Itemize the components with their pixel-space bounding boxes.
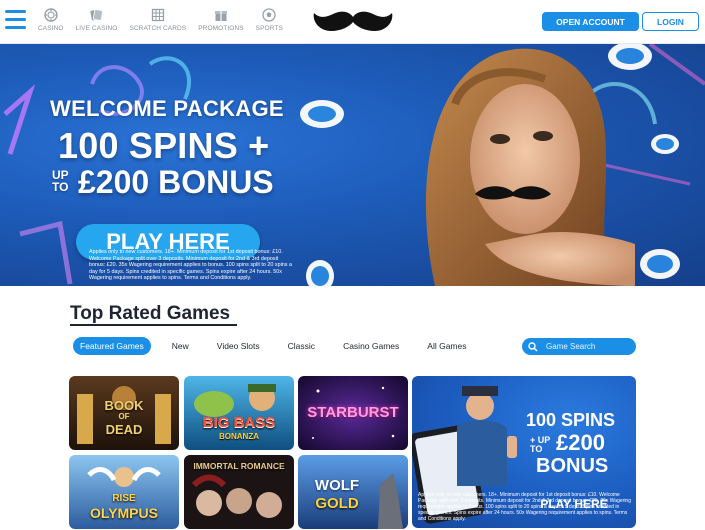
main-nav: CASINO LIVE CASINO SCRATCH CARDS PROMOTI… bbox=[38, 8, 295, 32]
hero-terms-text: Applies only to new customers. 18+. Mini… bbox=[89, 249, 292, 282]
promo-tile[interactable]: 100 SPINS + UP TO £200 BONUS Applies onl… bbox=[412, 376, 636, 528]
game-title-line1: IMMORTAL ROMANCE bbox=[193, 461, 285, 471]
nav-label: LIVE CASINO bbox=[75, 25, 118, 32]
scratch-cards-icon bbox=[151, 8, 164, 22]
tab-casino-games[interactable]: Casino Games bbox=[336, 337, 406, 355]
tab-new[interactable]: New bbox=[165, 337, 196, 355]
game-title-line1: BIG BASS bbox=[202, 414, 276, 431]
game-tile-starburst[interactable]: STARBURST bbox=[298, 376, 408, 450]
nav-label: SPORTS bbox=[255, 25, 283, 32]
tab-classic[interactable]: Classic bbox=[281, 337, 322, 355]
game-title-line2: GOLD bbox=[315, 495, 359, 512]
game-tile-wolf-gold[interactable]: WOLF GOLD bbox=[298, 455, 408, 529]
game-title-line1: STARBURST bbox=[307, 404, 399, 421]
site-header: CASINO LIVE CASINO SCRATCH CARDS PROMOTI… bbox=[0, 0, 705, 44]
section-title-underline bbox=[70, 324, 237, 326]
hero-banner[interactable]: WELCOME PACKAGE 100 SPINS + UP TO £200 B… bbox=[0, 44, 705, 286]
search-icon bbox=[528, 341, 538, 352]
nav-item-promotions[interactable]: PROMOTIONS bbox=[198, 8, 244, 32]
hero-model-image bbox=[425, 48, 635, 286]
hero-upto-line2: TO bbox=[52, 180, 69, 194]
nav-label: CASINO bbox=[38, 25, 64, 32]
nav-item-sports[interactable]: SPORTS bbox=[256, 8, 283, 32]
section-title: Top Rated Games bbox=[70, 303, 231, 324]
promotions-icon bbox=[214, 11, 227, 21]
promo-spins: 100 SPINS bbox=[526, 410, 616, 430]
tab-all-games[interactable]: All Games bbox=[420, 337, 473, 355]
hero-title-bonus: £200 BONUS bbox=[78, 164, 274, 200]
live-casino-icon bbox=[90, 9, 104, 21]
game-title-line3: DEAD bbox=[105, 422, 143, 437]
game-tile-big-bass-bonanza[interactable]: BIG BASS BONANZA bbox=[184, 376, 294, 450]
nav-item-casino[interactable]: CASINO bbox=[38, 8, 64, 32]
search-input[interactable] bbox=[546, 342, 636, 351]
game-tile-immortal-romance[interactable]: IMMORTAL ROMANCE bbox=[184, 455, 294, 529]
hero-upto: UP TO bbox=[52, 169, 69, 193]
open-account-button[interactable]: OPEN ACCOUNT bbox=[542, 12, 639, 31]
game-tile-rise-of-olympus[interactable]: RISE OLYMPUS bbox=[69, 455, 179, 529]
promo-amount: £200 bbox=[556, 430, 605, 455]
game-tile-book-of-dead[interactable]: BOOK OF DEAD bbox=[69, 376, 179, 450]
game-title-line2: BONANZA bbox=[219, 432, 259, 441]
tab-video-slots[interactable]: Video Slots bbox=[210, 337, 267, 355]
login-button[interactable]: LOGIN bbox=[642, 12, 699, 31]
promo-play-button[interactable]: PLAY HERE bbox=[526, 496, 622, 512]
sports-ball-icon bbox=[262, 8, 276, 22]
promo-bonus: BONUS bbox=[536, 455, 609, 477]
game-title-line2: OLYMPUS bbox=[90, 505, 158, 521]
nav-item-scratch-cards[interactable]: SCRATCH CARDS bbox=[129, 8, 186, 32]
game-title-line1: WOLF bbox=[314, 477, 360, 494]
tab-featured-games[interactable]: Featured Games bbox=[73, 337, 151, 355]
hero-title-spins: 100 SPINS + bbox=[58, 125, 270, 166]
casino-chip-icon bbox=[44, 8, 58, 22]
nav-label: PROMOTIONS bbox=[198, 25, 244, 32]
menu-icon[interactable] bbox=[5, 10, 26, 30]
hero-title-welcome: WELCOME PACKAGE bbox=[50, 96, 284, 121]
game-title-line1: BOOK bbox=[104, 398, 144, 413]
mustache-logo[interactable] bbox=[311, 7, 395, 37]
game-tabs: Featured Games New Video Slots Classic C… bbox=[73, 337, 488, 355]
promo-upto-line2: TO bbox=[530, 444, 543, 454]
game-title-line1: RISE bbox=[112, 493, 136, 504]
nav-item-live-casino[interactable]: LIVE CASINO bbox=[76, 8, 118, 32]
game-search[interactable] bbox=[522, 338, 636, 355]
game-title-line2: OF bbox=[118, 412, 130, 421]
promo-upto: + UP TO bbox=[530, 436, 550, 454]
nav-label: SCRATCH CARDS bbox=[129, 25, 187, 32]
